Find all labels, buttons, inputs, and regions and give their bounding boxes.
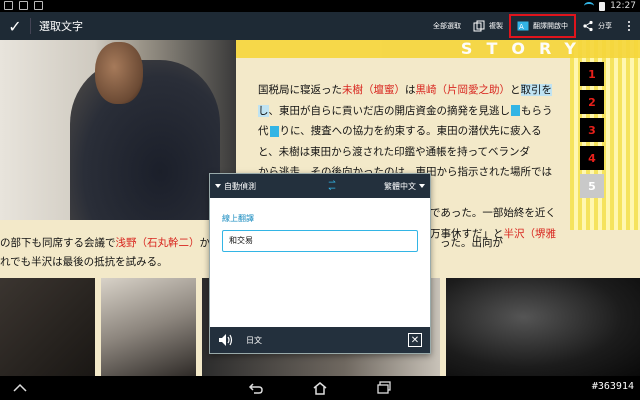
translate-popup: 自動偵測 ⇀ ↽ 繁體中文 線上翻譯 和交易 日文 ✕ bbox=[209, 173, 431, 354]
copy-button[interactable]: 複製 bbox=[467, 12, 509, 40]
swap-languages-icon[interactable]: ⇀ ↽ bbox=[324, 179, 340, 194]
close-icon[interactable]: ✕ bbox=[408, 333, 422, 347]
notification-icon bbox=[4, 1, 13, 10]
action-bar-title: 選取文字 bbox=[39, 20, 83, 33]
online-translation-label: 線上翻譯 bbox=[222, 214, 254, 223]
page-number[interactable]: 3 bbox=[580, 118, 604, 142]
clock: 12:27 bbox=[610, 1, 636, 11]
text-run: った。出向が bbox=[440, 237, 503, 249]
status-bar: 12:27 bbox=[0, 0, 640, 12]
recent-apps-icon[interactable] bbox=[376, 381, 392, 395]
page-index: 1 2 3 4 5 bbox=[580, 62, 604, 202]
share-icon bbox=[583, 20, 593, 32]
text-run: れでも半沢は最後の抵抗を試みる。 bbox=[0, 256, 168, 268]
language-bar: 自動偵測 ⇀ ↽ 繁體中文 bbox=[210, 174, 430, 198]
selected-text: し bbox=[258, 104, 269, 117]
svg-text:A: A bbox=[519, 23, 524, 31]
detected-language: 日文 bbox=[246, 335, 262, 345]
text-run: と bbox=[510, 84, 521, 96]
text-run: もらう bbox=[521, 104, 553, 117]
translate-button[interactable]: A 翻譯開啟中 bbox=[509, 14, 576, 38]
speaker-icon[interactable] bbox=[218, 333, 234, 347]
selection-action-bar: ✓ 選取文字 全部選取 複製 A 翻譯開啟中 分享 bbox=[0, 12, 640, 40]
share-button[interactable]: 分享 bbox=[576, 12, 618, 40]
keyboard-hide-icon[interactable] bbox=[12, 381, 28, 395]
text-run: 、東田が自らに貢いだ店の開店資金の摘発を見逃し bbox=[268, 104, 511, 117]
page-number[interactable]: 5 bbox=[580, 174, 604, 198]
selected-text: 取引を bbox=[520, 84, 552, 96]
name-text: 浅野（石丸幹二） bbox=[115, 237, 200, 249]
target-language-label: 繁體中文 bbox=[384, 181, 416, 191]
source-language-label: 自動偵測 bbox=[224, 181, 256, 191]
head-figure bbox=[95, 42, 143, 104]
text-run: 国税局に寝返った bbox=[258, 84, 342, 96]
back-icon[interactable] bbox=[248, 381, 264, 395]
dropdown-arrow-icon bbox=[215, 184, 221, 188]
selection-handle-start[interactable] bbox=[269, 125, 279, 137]
download-icon bbox=[34, 1, 43, 10]
page-number[interactable]: 2 bbox=[580, 90, 604, 114]
text-run: りに、捜査への協力を約束する。東田の潜伏先に疲入る bbox=[279, 125, 542, 137]
share-label: 分享 bbox=[598, 22, 612, 30]
selection-handle-end[interactable] bbox=[511, 105, 520, 116]
dropdown-arrow-icon bbox=[419, 184, 425, 188]
battery-icon bbox=[599, 1, 606, 11]
translation-body: 線上翻譯 和交易 bbox=[210, 198, 430, 328]
text-run: の部下も同席する会議で bbox=[0, 237, 116, 249]
system-nav-bar: #363914 bbox=[0, 376, 640, 400]
name-text: 半沢（堺雅 bbox=[503, 227, 557, 240]
story-banner: STORY bbox=[236, 40, 640, 58]
source-language-dropdown[interactable]: 自動偵測 bbox=[215, 181, 324, 192]
translation-result-field[interactable]: 和交易 bbox=[222, 230, 418, 252]
name-text: 黒崎（片岡愛之助） bbox=[415, 84, 511, 96]
copy-icon bbox=[473, 20, 485, 32]
wifi-icon bbox=[584, 2, 595, 10]
overflow-menu-icon[interactable] bbox=[618, 12, 640, 40]
suit-figure bbox=[70, 60, 220, 220]
gallery-icon bbox=[19, 1, 28, 10]
page-number[interactable]: 4 bbox=[580, 146, 604, 170]
select-all-button[interactable]: 全部選取 bbox=[427, 12, 467, 40]
text-run: は bbox=[405, 84, 416, 96]
text-run: と、未樹は東田から渡された印鑑や通帳を持ってベランダ bbox=[258, 145, 531, 158]
page-number[interactable]: 1 bbox=[580, 62, 604, 86]
text-run: 代 bbox=[258, 125, 269, 137]
copy-label: 複製 bbox=[489, 22, 503, 30]
actor-photo bbox=[0, 40, 236, 220]
scene-photo bbox=[0, 278, 96, 376]
scene-photo bbox=[101, 278, 197, 376]
home-icon[interactable] bbox=[312, 381, 328, 395]
notification-icons bbox=[4, 1, 43, 10]
name-text: 未樹（壇蜜） bbox=[342, 84, 405, 96]
divider bbox=[30, 18, 31, 34]
select-all-label: 全部選取 bbox=[433, 22, 461, 30]
done-check-icon[interactable]: ✓ bbox=[0, 12, 30, 40]
translate-icon: A bbox=[517, 21, 529, 31]
watermark: #363914 bbox=[591, 381, 634, 392]
translate-label: 翻譯開啟中 bbox=[533, 22, 568, 30]
popup-footer: 日文 ✕ bbox=[210, 327, 430, 353]
target-language-dropdown[interactable]: 繁體中文 bbox=[384, 181, 425, 192]
scene-photo bbox=[445, 278, 640, 376]
